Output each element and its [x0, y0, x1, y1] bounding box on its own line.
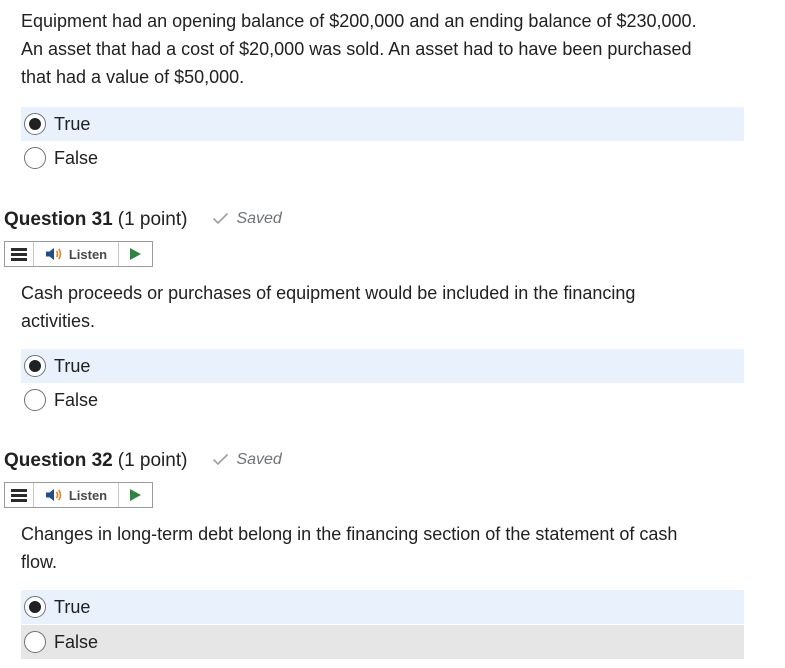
- listen-button[interactable]: Listen: [34, 483, 119, 507]
- hamburger-menu-icon: [11, 488, 27, 502]
- question-points: (1 point): [117, 450, 188, 471]
- listen-button[interactable]: Listen: [34, 242, 119, 266]
- question-30-option-true[interactable]: True: [21, 107, 744, 141]
- question-31-listen-toolbar: Listen: [4, 241, 153, 267]
- hamburger-menu-icon: [11, 247, 27, 261]
- checkmark-icon: [213, 453, 229, 466]
- question-30-text-line: that had a value of $50,000.: [21, 67, 245, 87]
- question-32-option-false[interactable]: False: [21, 625, 744, 659]
- option-label: True: [54, 113, 91, 134]
- saved-status: Saved: [212, 450, 282, 469]
- question-30-text: Equipment had an opening balance of $200…: [21, 7, 761, 91]
- question-title: Question 32: [4, 450, 113, 471]
- play-button[interactable]: [119, 483, 152, 507]
- radio-button-checked[interactable]: [24, 113, 46, 135]
- option-label: False: [54, 631, 99, 652]
- option-label: False: [54, 389, 99, 410]
- play-icon: [130, 489, 141, 501]
- radio-button[interactable]: [24, 389, 46, 411]
- question-30-text-line: An asset that had a cost of $20,000 was …: [21, 39, 692, 59]
- radio-button-checked[interactable]: [24, 596, 46, 618]
- radio-dot: [29, 360, 41, 372]
- question-31-option-true[interactable]: True: [21, 349, 744, 383]
- radio-button[interactable]: [24, 631, 46, 653]
- checkmark-icon: [213, 212, 229, 225]
- question-31-text-line: activities.: [21, 311, 96, 331]
- saved-status: Saved: [212, 209, 282, 228]
- question-title: Question 31: [4, 209, 113, 230]
- question-32-text-line: Changes in long-term debt belong in the …: [21, 524, 678, 544]
- question-31-text-line: Cash proceeds or purchases of equipment …: [21, 283, 636, 303]
- listen-label: Listen: [68, 487, 108, 503]
- toolbar-menu-button[interactable]: [5, 242, 34, 266]
- question-points: (1 point): [117, 209, 188, 230]
- question-31-header: Question 31 (1 point) Saved: [4, 209, 282, 231]
- question-32-option-true[interactable]: True: [21, 590, 744, 624]
- question-32-text: Changes in long-term debt belong in the …: [21, 520, 761, 576]
- saved-label: Saved: [236, 209, 282, 227]
- quiz-page: Equipment had an opening balance of $200…: [0, 0, 785, 668]
- option-label: True: [54, 596, 91, 617]
- option-label: False: [54, 147, 99, 168]
- question-31-option-false[interactable]: False: [21, 383, 744, 417]
- question-30-option-false[interactable]: False: [21, 141, 744, 175]
- option-label: True: [54, 355, 91, 376]
- radio-dot: [29, 118, 41, 130]
- question-32-listen-toolbar: Listen: [4, 482, 153, 508]
- play-button[interactable]: [119, 242, 152, 266]
- radio-button[interactable]: [24, 147, 46, 169]
- speaker-icon: [45, 489, 62, 501]
- saved-label: Saved: [236, 450, 282, 468]
- question-32-text-line: flow.: [21, 552, 58, 572]
- radio-dot: [29, 601, 41, 613]
- question-30-text-line: Equipment had an opening balance of $200…: [21, 11, 697, 31]
- question-31-text: Cash proceeds or purchases of equipment …: [21, 279, 761, 335]
- listen-label: Listen: [68, 246, 108, 262]
- question-32-header: Question 32 (1 point) Saved: [4, 450, 282, 472]
- toolbar-menu-button[interactable]: [5, 483, 34, 507]
- radio-button-checked[interactable]: [24, 355, 46, 377]
- speaker-icon: [45, 248, 62, 260]
- play-icon: [130, 248, 141, 260]
